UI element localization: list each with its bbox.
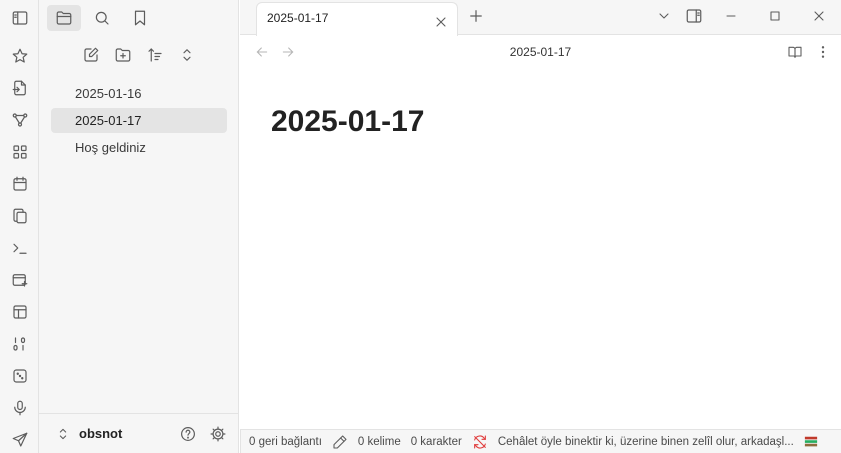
close-window-button[interactable]	[797, 0, 841, 32]
chevron-down-icon	[659, 13, 669, 19]
card-add-icon	[12, 274, 27, 287]
tab-bar: 2025-01-17	[240, 0, 841, 36]
close-icon	[436, 17, 446, 27]
file-item-2025-01-16[interactable]: 2025-01-16	[51, 81, 227, 106]
vault-switcher[interactable]: obsnot	[39, 413, 239, 453]
publish-button[interactable]	[0, 424, 39, 453]
new-note-icon	[84, 47, 99, 62]
daily-note-button[interactable]	[0, 168, 39, 200]
view-header: 2025-01-17	[240, 36, 841, 70]
calendar-icon	[12, 176, 27, 191]
canvas-button[interactable]	[0, 136, 39, 168]
microphone-icon	[13, 400, 26, 416]
audio-recorder-button[interactable]	[0, 392, 39, 424]
pencil-icon	[333, 434, 347, 449]
chevron-up-down-icon	[59, 428, 67, 439]
templates-button[interactable]	[0, 200, 39, 232]
sort-icon	[148, 48, 162, 62]
minimize-icon	[726, 15, 736, 17]
tab-note[interactable]: 2025-01-17	[256, 2, 458, 36]
new-folder-button[interactable]	[110, 42, 136, 68]
star-icon	[12, 48, 27, 63]
settings-button[interactable]	[209, 425, 227, 448]
folder-icon	[56, 10, 72, 25]
char-count: 0 karakter	[410, 435, 462, 448]
file-import-icon	[12, 80, 26, 96]
graph-view-button[interactable]	[0, 104, 39, 136]
layout-icon	[12, 305, 27, 319]
random-note-button[interactable]	[0, 360, 39, 392]
reading-view-button[interactable]	[787, 44, 803, 65]
file-item-hos-geldiniz[interactable]: Hoş geldiniz	[51, 135, 227, 160]
binary-button[interactable]	[0, 328, 39, 360]
maximize-icon	[770, 11, 780, 21]
new-note-button[interactable]	[78, 42, 104, 68]
new-tab-button[interactable]	[467, 7, 485, 30]
binary-icon	[12, 337, 25, 351]
collapse-all-button[interactable]	[174, 42, 200, 68]
sync-off-icon	[473, 434, 486, 449]
graph-icon	[12, 113, 27, 127]
starred-button[interactable]	[0, 40, 39, 72]
word-count: 0 kelime	[357, 435, 401, 448]
collapse-icon	[183, 49, 191, 61]
help-button[interactable]	[179, 425, 197, 448]
search-icon	[95, 11, 109, 25]
command-palette-button[interactable]	[0, 232, 39, 264]
toggle-sidebar-button[interactable]	[0, 0, 39, 35]
layout-button[interactable]	[0, 296, 39, 328]
file-item-2025-01-17[interactable]: 2025-01-17	[51, 108, 227, 133]
more-options-button[interactable]	[815, 44, 831, 65]
gear-icon	[210, 426, 226, 442]
tab-list-button[interactable]	[649, 0, 679, 32]
file-list: 2025-01-16 2025-01-17 Hoş geldiniz	[51, 81, 227, 162]
more-vertical-icon	[821, 46, 825, 58]
left-sidebar: 2025-01-16 2025-01-17 Hoş geldiniz obsno…	[39, 0, 239, 453]
import-button[interactable]	[0, 72, 39, 104]
vault-name: obsnot	[79, 426, 123, 441]
help-icon	[181, 427, 195, 441]
books-graphic	[804, 436, 817, 446]
window-controls	[649, 0, 841, 32]
send-icon	[12, 432, 27, 447]
tab-search[interactable]	[85, 5, 119, 31]
view-title[interactable]: 2025-01-17	[240, 45, 841, 59]
obsidian-app: 2025-01-16 2025-01-17 Hoş geldiniz obsno…	[0, 0, 841, 453]
close-window-icon	[814, 11, 824, 21]
sidebar-tab-header	[39, 0, 239, 35]
status-bar: 0 geri bağlantı 0 kelime 0 karakter Cehâ…	[240, 429, 841, 453]
minimize-button[interactable]	[709, 0, 753, 32]
new-folder-icon	[115, 48, 131, 62]
maximize-button[interactable]	[753, 0, 797, 32]
bookmark-icon	[134, 10, 146, 25]
left-ribbon	[0, 0, 39, 453]
grid-icon	[12, 145, 27, 159]
terminal-icon	[12, 243, 27, 254]
sidebar-left-icon	[12, 10, 27, 25]
tab-files[interactable]	[47, 4, 81, 31]
tab-title: 2025-01-17	[267, 11, 329, 25]
toggle-right-sidebar-button[interactable]	[679, 0, 709, 32]
tab-bookmarks[interactable]	[123, 5, 157, 31]
new-card-button[interactable]	[0, 264, 39, 296]
backlinks-count[interactable]: 0 geri bağlantı	[249, 436, 322, 448]
dice-icon	[12, 369, 27, 383]
sidebar-right-icon	[686, 9, 702, 23]
plus-icon	[470, 10, 482, 22]
copy-icon	[12, 208, 27, 224]
books-icon[interactable]	[804, 435, 818, 449]
note-title[interactable]: 2025-01-17	[271, 105, 424, 139]
edit-mode-button[interactable]	[332, 434, 348, 450]
sort-button[interactable]	[142, 42, 168, 68]
main-workspace: 2025-01-17 2025-01-17 2025-01-17 0 geri …	[240, 0, 841, 453]
book-open-icon	[788, 46, 802, 58]
file-explorer-toolbar	[39, 42, 239, 70]
daily-quote: Cehâlet öyle binektir ki, üzerine binen …	[497, 435, 794, 448]
sync-status-button[interactable]	[472, 434, 488, 450]
